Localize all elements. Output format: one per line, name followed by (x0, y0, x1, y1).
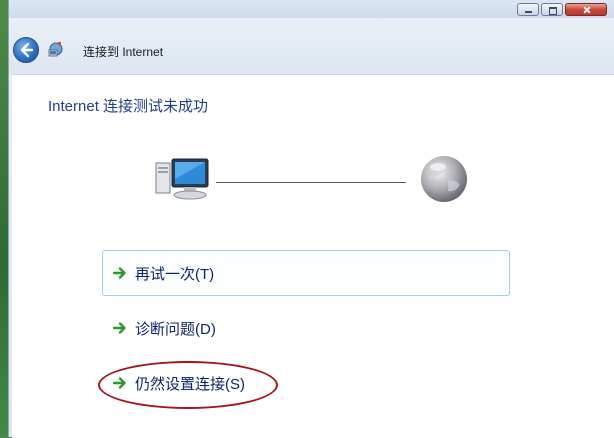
title-strip (9, 0, 614, 18)
maximize-icon[interactable] (541, 3, 563, 16)
option-setup-anyway[interactable]: 仍然设置连接(S) (102, 360, 510, 406)
window-title: 连接到 Internet (83, 45, 164, 59)
caption-buttons (517, 3, 607, 16)
back-button[interactable] (13, 37, 39, 63)
green-arrow-icon (113, 322, 126, 334)
option-label: 诊断问题(D) (135, 321, 216, 338)
green-arrow-icon (113, 267, 126, 279)
navigation-bar: 连接到 Internet (9, 18, 614, 74)
wizard-window: 连接到 Internet Internet 连接测试未成功 再试一次(T) 诊断… (8, 0, 614, 438)
option-diagnose[interactable]: 诊断问题(D) (102, 305, 510, 351)
wizard-content: Internet 连接测试未成功 再试一次(T) 诊断问题(D) 仍然设置连接(… (12, 74, 614, 438)
computer-icon (155, 158, 209, 200)
option-label: 仍然设置连接(S) (135, 376, 245, 393)
back-arrow-icon (20, 42, 34, 58)
page-heading: Internet 连接测试未成功 (48, 98, 209, 115)
network-wizard-icon (48, 42, 63, 57)
close-icon[interactable] (565, 3, 607, 16)
minimize-icon[interactable] (517, 3, 539, 16)
globe-icon (421, 156, 467, 202)
option-label: 再试一次(T) (135, 266, 215, 283)
option-retry[interactable]: 再试一次(T) (102, 250, 510, 296)
connection-line (216, 182, 406, 183)
green-arrow-icon (113, 377, 126, 389)
